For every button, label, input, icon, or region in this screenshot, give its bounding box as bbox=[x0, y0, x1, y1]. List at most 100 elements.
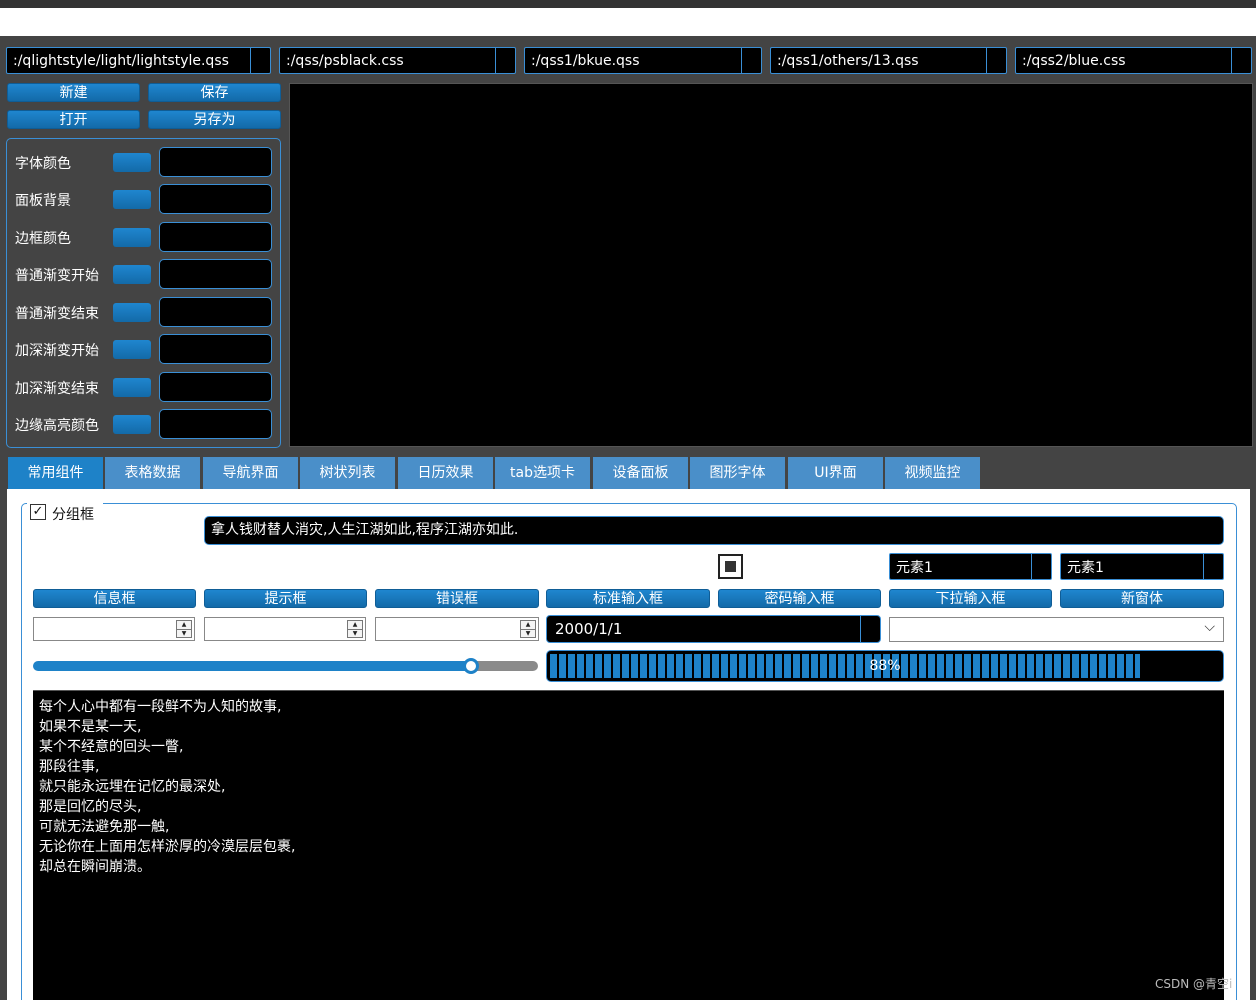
new-button[interactable]: 新建 bbox=[7, 83, 140, 102]
progress-label: 88% bbox=[869, 658, 901, 674]
spin-arrows-icon[interactable]: ▲ ▼ bbox=[347, 620, 363, 638]
color-pick-button[interactable] bbox=[113, 153, 151, 172]
text-line: 却总在瞬间崩溃。 bbox=[39, 859, 151, 875]
tab-device-panel[interactable]: 设备面板 bbox=[593, 457, 688, 489]
window-top-edge bbox=[0, 0, 1256, 8]
qss-file-combo-3[interactable]: :/qss1/bkue.qss bbox=[524, 47, 762, 74]
color-value-field[interactable] bbox=[159, 147, 272, 177]
text-line: 那是回忆的尽头, bbox=[39, 799, 142, 815]
new-window-button[interactable]: 新窗体 bbox=[1060, 589, 1224, 608]
date-edit-text: 2000/1/1 bbox=[555, 620, 623, 638]
qss-file-combo-text: :/qlightstyle/light/lightstyle.qss bbox=[13, 52, 229, 69]
dropdown-input-combo[interactable]: ⌵ bbox=[889, 617, 1224, 642]
color-value-field[interactable] bbox=[159, 222, 272, 252]
text-line: 无论你在上面用怎样淤厚的冷漠层层包裹, bbox=[39, 839, 296, 855]
radio-indicator[interactable] bbox=[718, 554, 743, 579]
color-pick-button[interactable] bbox=[113, 378, 151, 397]
text-edit-content: 每个人心中都有一段鲜不为人知的故事, 如果不是某一天, 某个不经意的回头一瞥, … bbox=[33, 691, 1224, 877]
qss-file-combo-4[interactable]: :/qss1/others/13.qss bbox=[770, 47, 1007, 74]
watermark: CSDN @青空i bbox=[1155, 977, 1233, 991]
color-value-field[interactable] bbox=[159, 334, 272, 364]
color-pick-button[interactable] bbox=[113, 340, 151, 359]
qss-file-combo-1[interactable]: :/qlightstyle/light/lightstyle.qss bbox=[6, 47, 271, 74]
color-row-border: 边框颜色 bbox=[7, 222, 280, 252]
color-row-dark-end: 加深渐变结束 bbox=[7, 372, 280, 402]
tip-box-button[interactable]: 提示框 bbox=[204, 589, 367, 608]
text-line: 就只能永远埋在记忆的最深处, bbox=[39, 779, 226, 795]
spin-box-2[interactable]: ▲ ▼ bbox=[204, 617, 366, 641]
save-button[interactable]: 保存 bbox=[148, 83, 281, 102]
element-combo-2[interactable]: 元素1 bbox=[1060, 553, 1224, 580]
color-row-edge-highlight: 边缘高亮颜色 bbox=[7, 409, 280, 439]
qss-file-combo-2[interactable]: :/qss/psblack.css bbox=[279, 47, 516, 74]
spin-arrows-icon[interactable]: ▲ ▼ bbox=[520, 620, 536, 638]
slider-filled-track[interactable] bbox=[33, 661, 473, 671]
color-label: 加深渐变开始 bbox=[15, 343, 99, 359]
spin-box-3[interactable]: ▲ ▼ bbox=[375, 617, 539, 641]
group-box-label: 分组框 bbox=[52, 507, 94, 523]
spin-box-1[interactable]: ▲ ▼ bbox=[33, 617, 195, 641]
text-edit-area[interactable]: 每个人心中都有一段鲜不为人知的故事, 如果不是某一天, 某个不经意的回头一瞥, … bbox=[33, 690, 1224, 1000]
color-row-normal-start: 普通渐变开始 bbox=[7, 259, 280, 289]
color-row-panel-bg: 面板背景 bbox=[7, 184, 280, 214]
qss-file-combo-text: :/qss1/others/13.qss bbox=[777, 52, 919, 69]
color-value-field[interactable] bbox=[159, 184, 272, 214]
color-label: 普通渐变开始 bbox=[15, 268, 99, 284]
text-line: 每个人心中都有一段鲜不为人知的故事, bbox=[39, 699, 282, 715]
qss-file-combo-text: :/qss/psblack.css bbox=[286, 52, 404, 69]
dropdown-arrow-icon[interactable] bbox=[1231, 48, 1251, 73]
dropdown-arrow-icon[interactable] bbox=[1031, 554, 1051, 579]
color-value-field[interactable] bbox=[159, 409, 272, 439]
open-button[interactable]: 打开 bbox=[7, 110, 140, 129]
check-icon[interactable]: ✓ bbox=[30, 504, 46, 520]
color-value-field[interactable] bbox=[159, 259, 272, 289]
element-combo-1[interactable]: 元素1 bbox=[889, 553, 1052, 580]
color-value-field[interactable] bbox=[159, 372, 272, 402]
tab-navigation[interactable]: 导航界面 bbox=[203, 457, 298, 489]
tab-icon-font[interactable]: 图形字体 bbox=[690, 457, 785, 489]
color-pick-button[interactable] bbox=[113, 303, 151, 322]
combo-input-button[interactable]: 下拉输入框 bbox=[889, 589, 1052, 608]
tab-calendar[interactable]: 日历效果 bbox=[398, 457, 493, 489]
tab-tab-widget[interactable]: tab选项卡 bbox=[495, 457, 590, 489]
dropdown-arrow-icon[interactable] bbox=[860, 616, 880, 642]
element-combo-text: 元素1 bbox=[896, 559, 933, 576]
slider-handle[interactable] bbox=[463, 658, 479, 674]
tab-common-widgets[interactable]: 常用组件 bbox=[8, 457, 103, 489]
text-line: 那段往事, bbox=[39, 759, 100, 775]
text-line-edit[interactable]: 拿人钱财替人消灾,人生江湖如此,程序江湖亦如此. bbox=[204, 516, 1224, 545]
tab-table-data[interactable]: 表格数据 bbox=[105, 457, 200, 489]
slider-empty-track[interactable] bbox=[470, 661, 538, 671]
color-row-font: 字体颜色 bbox=[7, 147, 280, 177]
save-as-button[interactable]: 另存为 bbox=[148, 110, 281, 129]
dropdown-arrow-icon[interactable] bbox=[250, 48, 270, 73]
dropdown-arrow-icon[interactable] bbox=[741, 48, 761, 73]
color-label: 字体颜色 bbox=[15, 156, 71, 172]
color-label: 边框颜色 bbox=[15, 231, 71, 247]
message-box-button[interactable]: 信息框 bbox=[33, 589, 196, 608]
dropdown-arrow-icon[interactable] bbox=[986, 48, 1006, 73]
color-value-field[interactable] bbox=[159, 297, 272, 327]
qss-file-combo-text: :/qss2/blue.css bbox=[1022, 52, 1126, 69]
color-pick-button[interactable] bbox=[113, 190, 151, 209]
tab-tree-list[interactable]: 树状列表 bbox=[300, 457, 395, 489]
error-box-button[interactable]: 错误框 bbox=[375, 589, 539, 608]
dropdown-arrow-icon[interactable] bbox=[1203, 554, 1223, 579]
color-pick-button[interactable] bbox=[113, 228, 151, 247]
password-box-button[interactable]: 密码输入框 bbox=[718, 589, 881, 608]
spin-arrows-icon[interactable]: ▲ ▼ bbox=[176, 620, 192, 638]
menu-strip bbox=[0, 8, 1256, 36]
color-label: 面板背景 bbox=[15, 193, 71, 209]
input-box-button[interactable]: 标准输入框 bbox=[546, 589, 710, 608]
dropdown-arrow-icon[interactable] bbox=[495, 48, 515, 73]
progress-bar: 88% bbox=[546, 650, 1224, 682]
color-label: 边缘高亮颜色 bbox=[15, 418, 99, 434]
tab-ui-interface[interactable]: UI界面 bbox=[788, 457, 883, 489]
tab-video-monitor[interactable]: 视频监控 bbox=[885, 457, 980, 489]
color-pick-button[interactable] bbox=[113, 265, 151, 284]
date-edit[interactable]: 2000/1/1 bbox=[546, 615, 881, 643]
stylesheet-editor[interactable] bbox=[289, 83, 1253, 447]
color-pick-button[interactable] bbox=[113, 415, 151, 434]
chevron-down-icon: ⌵ bbox=[1204, 619, 1215, 635]
qss-file-combo-5[interactable]: :/qss2/blue.css bbox=[1015, 47, 1252, 74]
